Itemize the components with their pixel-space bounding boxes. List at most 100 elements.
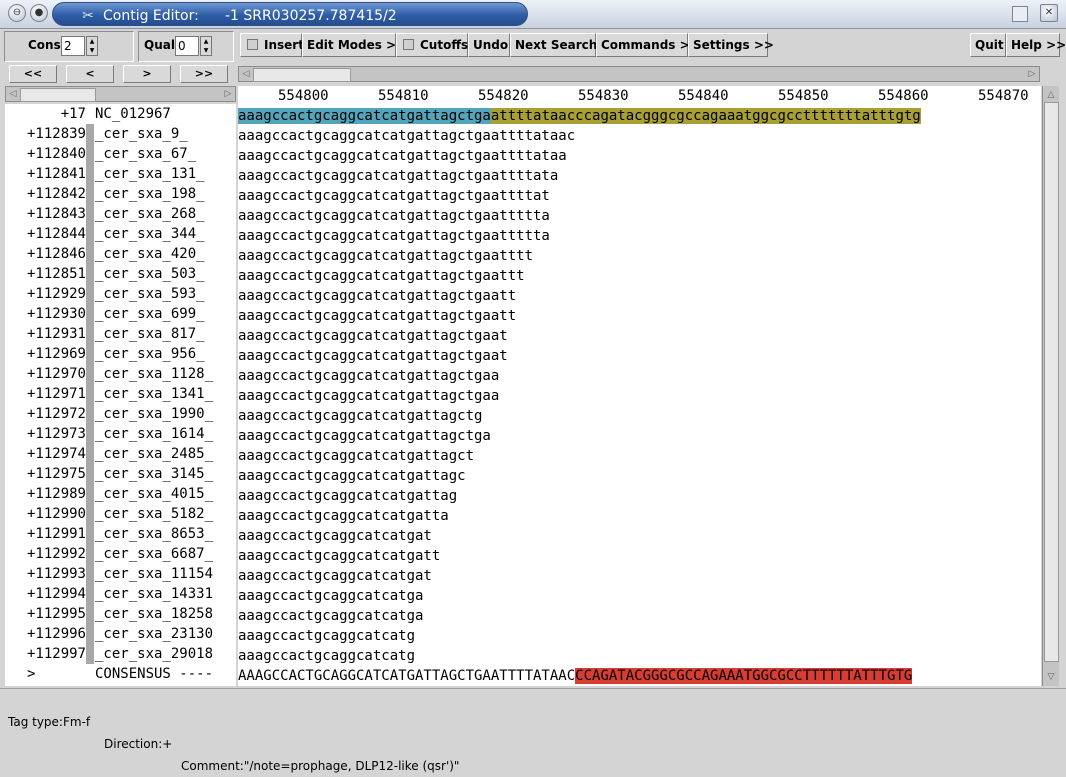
names-hscroll-thumb[interactable]: [20, 88, 96, 102]
read-sequence[interactable]: aaagccactgcaggcatcatgattag: [238, 486, 457, 506]
read-sequence[interactable]: aaagccactgcaggcatcatgattagctgaa: [238, 366, 499, 386]
read-sequence[interactable]: aaagccactgcaggcatcatgattagc: [238, 466, 466, 486]
cutoffs-toggle[interactable]: Cutoffs: [396, 33, 468, 57]
settings-button[interactable]: Settings >>: [688, 33, 774, 57]
read-name-row[interactable]: +112989 _cer_sxa_4015_: [5, 484, 236, 504]
read-name-row[interactable]: +112843 _cer_sxa_268_: [5, 204, 236, 224]
read-name-row[interactable]: +112842 _cer_sxa_198_: [5, 184, 236, 204]
read-name: _cer_sxa_2485_: [95, 446, 214, 462]
commands-button[interactable]: Commands >>: [596, 33, 700, 57]
names-scroll-left-icon[interactable]: ◁: [6, 87, 20, 101]
read-name-row[interactable]: +112995 _cer_sxa_18258: [5, 604, 236, 624]
sequence-vscrollbar[interactable]: △ ▽: [1042, 86, 1059, 686]
title-pill[interactable]: ✂ Contig Editor: -1 SRR030257.787415/2: [52, 2, 528, 26]
next-search-button[interactable]: Next Search: [510, 33, 597, 57]
read-name-row[interactable]: +112839 _cer_sxa_9_: [5, 124, 236, 144]
read-name-row[interactable]: +112840 _cer_sxa_67_: [5, 144, 236, 164]
insert-toggle[interactable]: Insert: [240, 33, 304, 57]
read-name-row[interactable]: +112990 _cer_sxa_5182_: [5, 504, 236, 524]
consensus-name-row[interactable]: > CONSENSUS ----: [5, 664, 236, 684]
read-sequence[interactable]: aaagccactgcaggcatcatgattagctgaa: [238, 386, 499, 406]
qual-input[interactable]: 0: [175, 36, 199, 56]
read-sequence[interactable]: aaagccactgcaggcatcatgattagctgaattttataa: [238, 146, 567, 166]
read-name-row[interactable]: +112844 _cer_sxa_344_: [5, 224, 236, 244]
read-sequence[interactable]: aaagccactgcaggcatcatgattagctgaatt: [238, 286, 516, 306]
read-name-row[interactable]: +112991 _cer_sxa_8653_: [5, 524, 236, 544]
read-number: +112971: [26, 386, 86, 402]
read-sequence[interactable]: aaagccactgcaggcatcatgattagctgaattttta: [238, 206, 550, 226]
vscroll-thumb[interactable]: [1044, 102, 1059, 662]
read-sequence[interactable]: aaagccactgcaggcatcatgattagctgaattt: [238, 266, 525, 286]
nav-last-button[interactable]: >>: [180, 65, 228, 83]
read-name-row[interactable]: +112841 _cer_sxa_131_: [5, 164, 236, 184]
names-hscrollbar[interactable]: ◁ ▷: [5, 86, 236, 102]
read-name-row[interactable]: +112993 _cer_sxa_11154: [5, 564, 236, 584]
read-sequence[interactable]: aaagccactgcaggcatcatgatta: [238, 506, 449, 526]
read-sequence[interactable]: aaagccactgcaggcatcatgattagctga: [238, 426, 491, 446]
undo-button[interactable]: Undo: [468, 33, 510, 57]
read-sequence[interactable]: aaagccactgcaggcatcatgattagctgaattttta: [238, 226, 550, 246]
read-name-row[interactable]: +112931 _cer_sxa_817_: [5, 324, 236, 344]
hscroll-thumb[interactable]: [253, 68, 351, 82]
qual-spinner[interactable]: ▲ ▼: [200, 36, 212, 56]
read-sequence[interactable]: aaagccactgcaggcatcatgattagctgaatt: [238, 306, 516, 326]
read-sequence[interactable]: aaagccactgcaggcatcatgattagctgaattttata: [238, 166, 558, 186]
read-name-row[interactable]: +112846 _cer_sxa_420_: [5, 244, 236, 264]
minimize-icon[interactable]: [1012, 6, 1028, 22]
read-sequence[interactable]: aaagccactgcaggcatcatgattagctg: [238, 406, 482, 426]
scroll-down-icon[interactable]: ▽: [1044, 670, 1058, 684]
read-sequence[interactable]: aaagccactgcaggcatcatgattagctgaattttat: [238, 186, 550, 206]
names-scroll-right-icon[interactable]: ▷: [221, 87, 235, 101]
read-name-row[interactable]: +112994 _cer_sxa_14331: [5, 584, 236, 604]
insert-checkbox[interactable]: [247, 39, 258, 50]
read-gap-bar: [86, 444, 94, 464]
read-sequence[interactable]: aaagccactgcaggcatcatgattagctgaattttataac: [238, 126, 575, 146]
read-name-row[interactable]: +112971 _cer_sxa_1341_: [5, 384, 236, 404]
read-sequence[interactable]: aaagccactgcaggcatcatgat: [238, 526, 432, 546]
scroll-left-icon[interactable]: ◁: [239, 67, 253, 81]
read-name-row[interactable]: +112974 _cer_sxa_2485_: [5, 444, 236, 464]
read-name-row[interactable]: +112975 _cer_sxa_3145_: [5, 464, 236, 484]
read-sequence[interactable]: aaagccactgcaggcatcatgattagct: [238, 446, 474, 466]
read-sequence[interactable]: aaagccactgcaggcatcatga: [238, 586, 423, 606]
read-sequence[interactable]: aaagccactgcaggcatcatgatt: [238, 546, 440, 566]
quit-button[interactable]: Quit: [970, 33, 1006, 57]
help-button[interactable]: Help >>: [1006, 33, 1066, 57]
reference-sequence-row[interactable]: aaagccactgcaggcatcatgattagctgaattttataac…: [238, 106, 921, 126]
nav-first-button[interactable]: <<: [9, 65, 57, 83]
read-name-row[interactable]: +112992 _cer_sxa_6687_: [5, 544, 236, 564]
cons-spinner[interactable]: ▲ ▼: [86, 36, 98, 56]
read-sequence[interactable]: aaagccactgcaggcatcatgattagctgaatttt: [238, 246, 533, 266]
read-name-row[interactable]: +112970 _cer_sxa_1128_: [5, 364, 236, 384]
sequence-hscrollbar[interactable]: ◁ ▷: [238, 66, 1040, 82]
read-names-pane[interactable]: +17 NC_012967 +112839 _cer_sxa_9_ +112840 _ce…: [5, 104, 236, 686]
consensus-sequence-row[interactable]: AAAGCCACTGCAGGCATCATGATTAGCTGAATTTTATAAC…: [238, 666, 913, 686]
read-sequence[interactable]: aaagccactgcaggcatcatgat: [238, 566, 432, 586]
read-name-row[interactable]: +112972 _cer_sxa_1990_: [5, 404, 236, 424]
reference-row[interactable]: +17 NC_012967: [5, 104, 236, 124]
pin-icon[interactable]: ●: [30, 4, 48, 22]
window-menu-icon[interactable]: ⊖: [8, 4, 26, 22]
sequence-pane[interactable]: 554800 554810 554820 554830 554840 554850 5548…: [238, 86, 1041, 686]
nav-prev-button[interactable]: <: [66, 65, 114, 83]
read-sequence[interactable]: aaagccactgcaggcatcatg: [238, 626, 415, 646]
read-name-row[interactable]: +112930 _cer_sxa_699_: [5, 304, 236, 324]
scroll-right-icon[interactable]: ▷: [1025, 67, 1039, 81]
read-gap-bar: [86, 324, 94, 344]
scroll-up-icon[interactable]: △: [1044, 88, 1058, 102]
read-name-row[interactable]: +112997 _cer_sxa_29018: [5, 644, 236, 664]
nav-next-button[interactable]: >: [123, 65, 171, 83]
cutoffs-checkbox[interactable]: [403, 39, 414, 50]
edit-modes-button[interactable]: Edit Modes >>: [302, 33, 406, 57]
read-name-row[interactable]: +112969 _cer_sxa_956_: [5, 344, 236, 364]
cons-input[interactable]: 2: [61, 36, 85, 56]
read-name-row[interactable]: +112973 _cer_sxa_1614_: [5, 424, 236, 444]
read-name-row[interactable]: +112996 _cer_sxa_23130: [5, 624, 236, 644]
read-name-row[interactable]: +112929 _cer_sxa_593_: [5, 284, 236, 304]
read-sequence[interactable]: aaagccactgcaggcatcatgattagctgaat: [238, 326, 508, 346]
read-sequence[interactable]: aaagccactgcaggcatcatgattagctgaat: [238, 346, 508, 366]
read-name-row[interactable]: +112851 _cer_sxa_503_: [5, 264, 236, 284]
close-icon[interactable]: ✕: [1040, 4, 1058, 22]
read-sequence[interactable]: aaagccactgcaggcatcatg: [238, 646, 415, 666]
read-sequence[interactable]: aaagccactgcaggcatcatga: [238, 606, 423, 626]
